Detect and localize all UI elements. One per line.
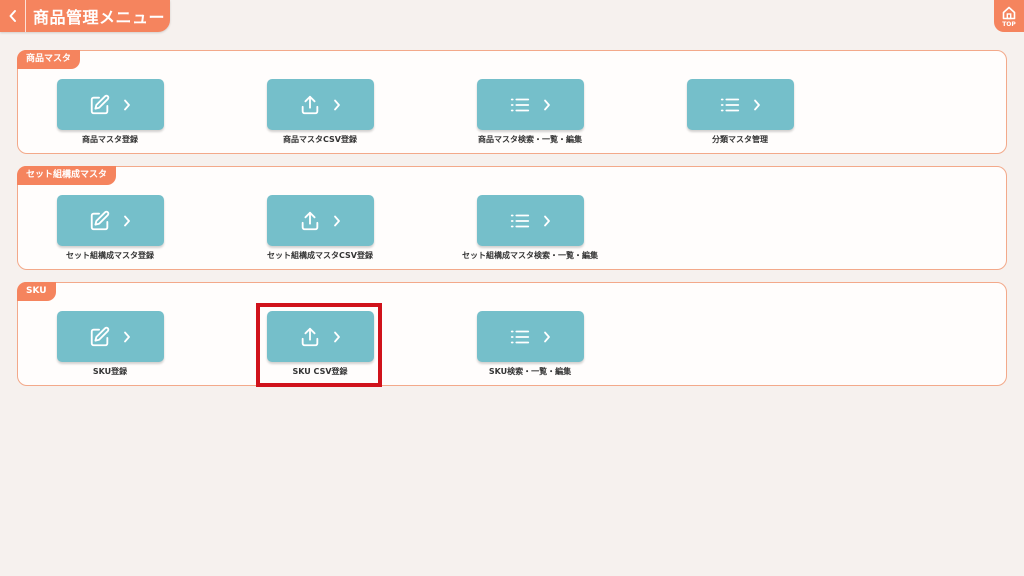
menu-item-label: SKU検索・一覧・編集 <box>488 367 572 376</box>
home-icon <box>1002 6 1016 19</box>
set-master-csv-button[interactable] <box>266 195 374 246</box>
menu-item-label: セット組構成マスタ登録 <box>66 251 154 260</box>
chevron-right-icon <box>543 331 551 343</box>
chevron-right-icon <box>543 215 551 227</box>
top-label: TOP <box>1002 20 1016 28</box>
list-icon <box>719 94 741 116</box>
section-label: セット組構成マスタ <box>17 166 117 185</box>
menu-item-label: セット組構成マスタCSV登録 <box>267 251 373 260</box>
menu-item-product-master-csv: 商品マスタCSV登録 <box>220 79 420 145</box>
product-master-search-button[interactable] <box>476 79 584 130</box>
section-sku: SKU SKU登録 SKU CSV登録 SKU検索・一覧・編集 <box>17 282 1007 386</box>
sku-search-button[interactable] <box>476 311 584 362</box>
top-button[interactable]: TOP <box>994 0 1024 32</box>
menu-item-sku-register: SKU登録 <box>10 311 210 377</box>
list-icon <box>509 94 531 116</box>
highlight-box <box>256 303 382 387</box>
chevron-right-icon <box>123 331 131 343</box>
edit-icon <box>89 210 111 232</box>
chevron-right-icon <box>753 99 761 111</box>
menu-item-label: SKU登録 <box>92 367 128 376</box>
menu-item-label: セット組構成マスタ検索・一覧・編集 <box>462 251 598 260</box>
product-master-register-button[interactable] <box>56 79 164 130</box>
upload-icon <box>299 210 321 232</box>
sku-register-button[interactable] <box>56 311 164 362</box>
edit-icon <box>89 326 111 348</box>
menu-item-label: 商品マスタ検索・一覧・編集 <box>478 135 582 144</box>
menu-item-label: 分類マスタ管理 <box>712 135 768 144</box>
section-label: 商品マスタ <box>17 50 81 69</box>
menu-item-set-master-search: セット組構成マスタ検索・一覧・編集 <box>430 195 630 261</box>
menu-item-category-master: 分類マスタ管理 <box>640 79 840 145</box>
list-icon <box>509 210 531 232</box>
upload-icon <box>299 94 321 116</box>
menu-item-label: 商品マスタ登録 <box>82 135 138 144</box>
back-button[interactable] <box>0 0 26 32</box>
menu-item-sku-search: SKU検索・一覧・編集 <box>430 311 630 377</box>
chevron-right-icon <box>123 215 131 227</box>
menu-item-label: 商品マスタCSV登録 <box>283 135 357 144</box>
category-master-button[interactable] <box>686 79 794 130</box>
menu-item-set-master-csv: セット組構成マスタCSV登録 <box>220 195 420 261</box>
section-label: SKU <box>17 282 56 301</box>
page-title: 商品管理メニュー <box>33 8 166 27</box>
section-product-master: 商品マスタ 商品マスタ登録 商品マスタCSV登録 商品マスタ検索・一覧・編集 分… <box>17 50 1007 154</box>
set-master-register-button[interactable] <box>56 195 164 246</box>
chevron-right-icon <box>543 99 551 111</box>
menu-item-product-master-register: 商品マスタ登録 <box>10 79 210 145</box>
section-set-master: セット組構成マスタ セット組構成マスタ登録 セット組構成マスタCSV登録 セット… <box>17 166 1007 270</box>
product-master-csv-button[interactable] <box>266 79 374 130</box>
edit-icon <box>89 94 111 116</box>
chevron-right-icon <box>333 99 341 111</box>
menu-item-set-master-register: セット組構成マスタ登録 <box>10 195 210 261</box>
chevron-right-icon <box>123 99 131 111</box>
header-bar: 商品管理メニュー <box>0 0 170 32</box>
set-master-search-button[interactable] <box>476 195 584 246</box>
list-icon <box>509 326 531 348</box>
chevron-right-icon <box>333 215 341 227</box>
menu-item-product-master-search: 商品マスタ検索・一覧・編集 <box>430 79 630 145</box>
chevron-left-icon <box>9 10 16 22</box>
